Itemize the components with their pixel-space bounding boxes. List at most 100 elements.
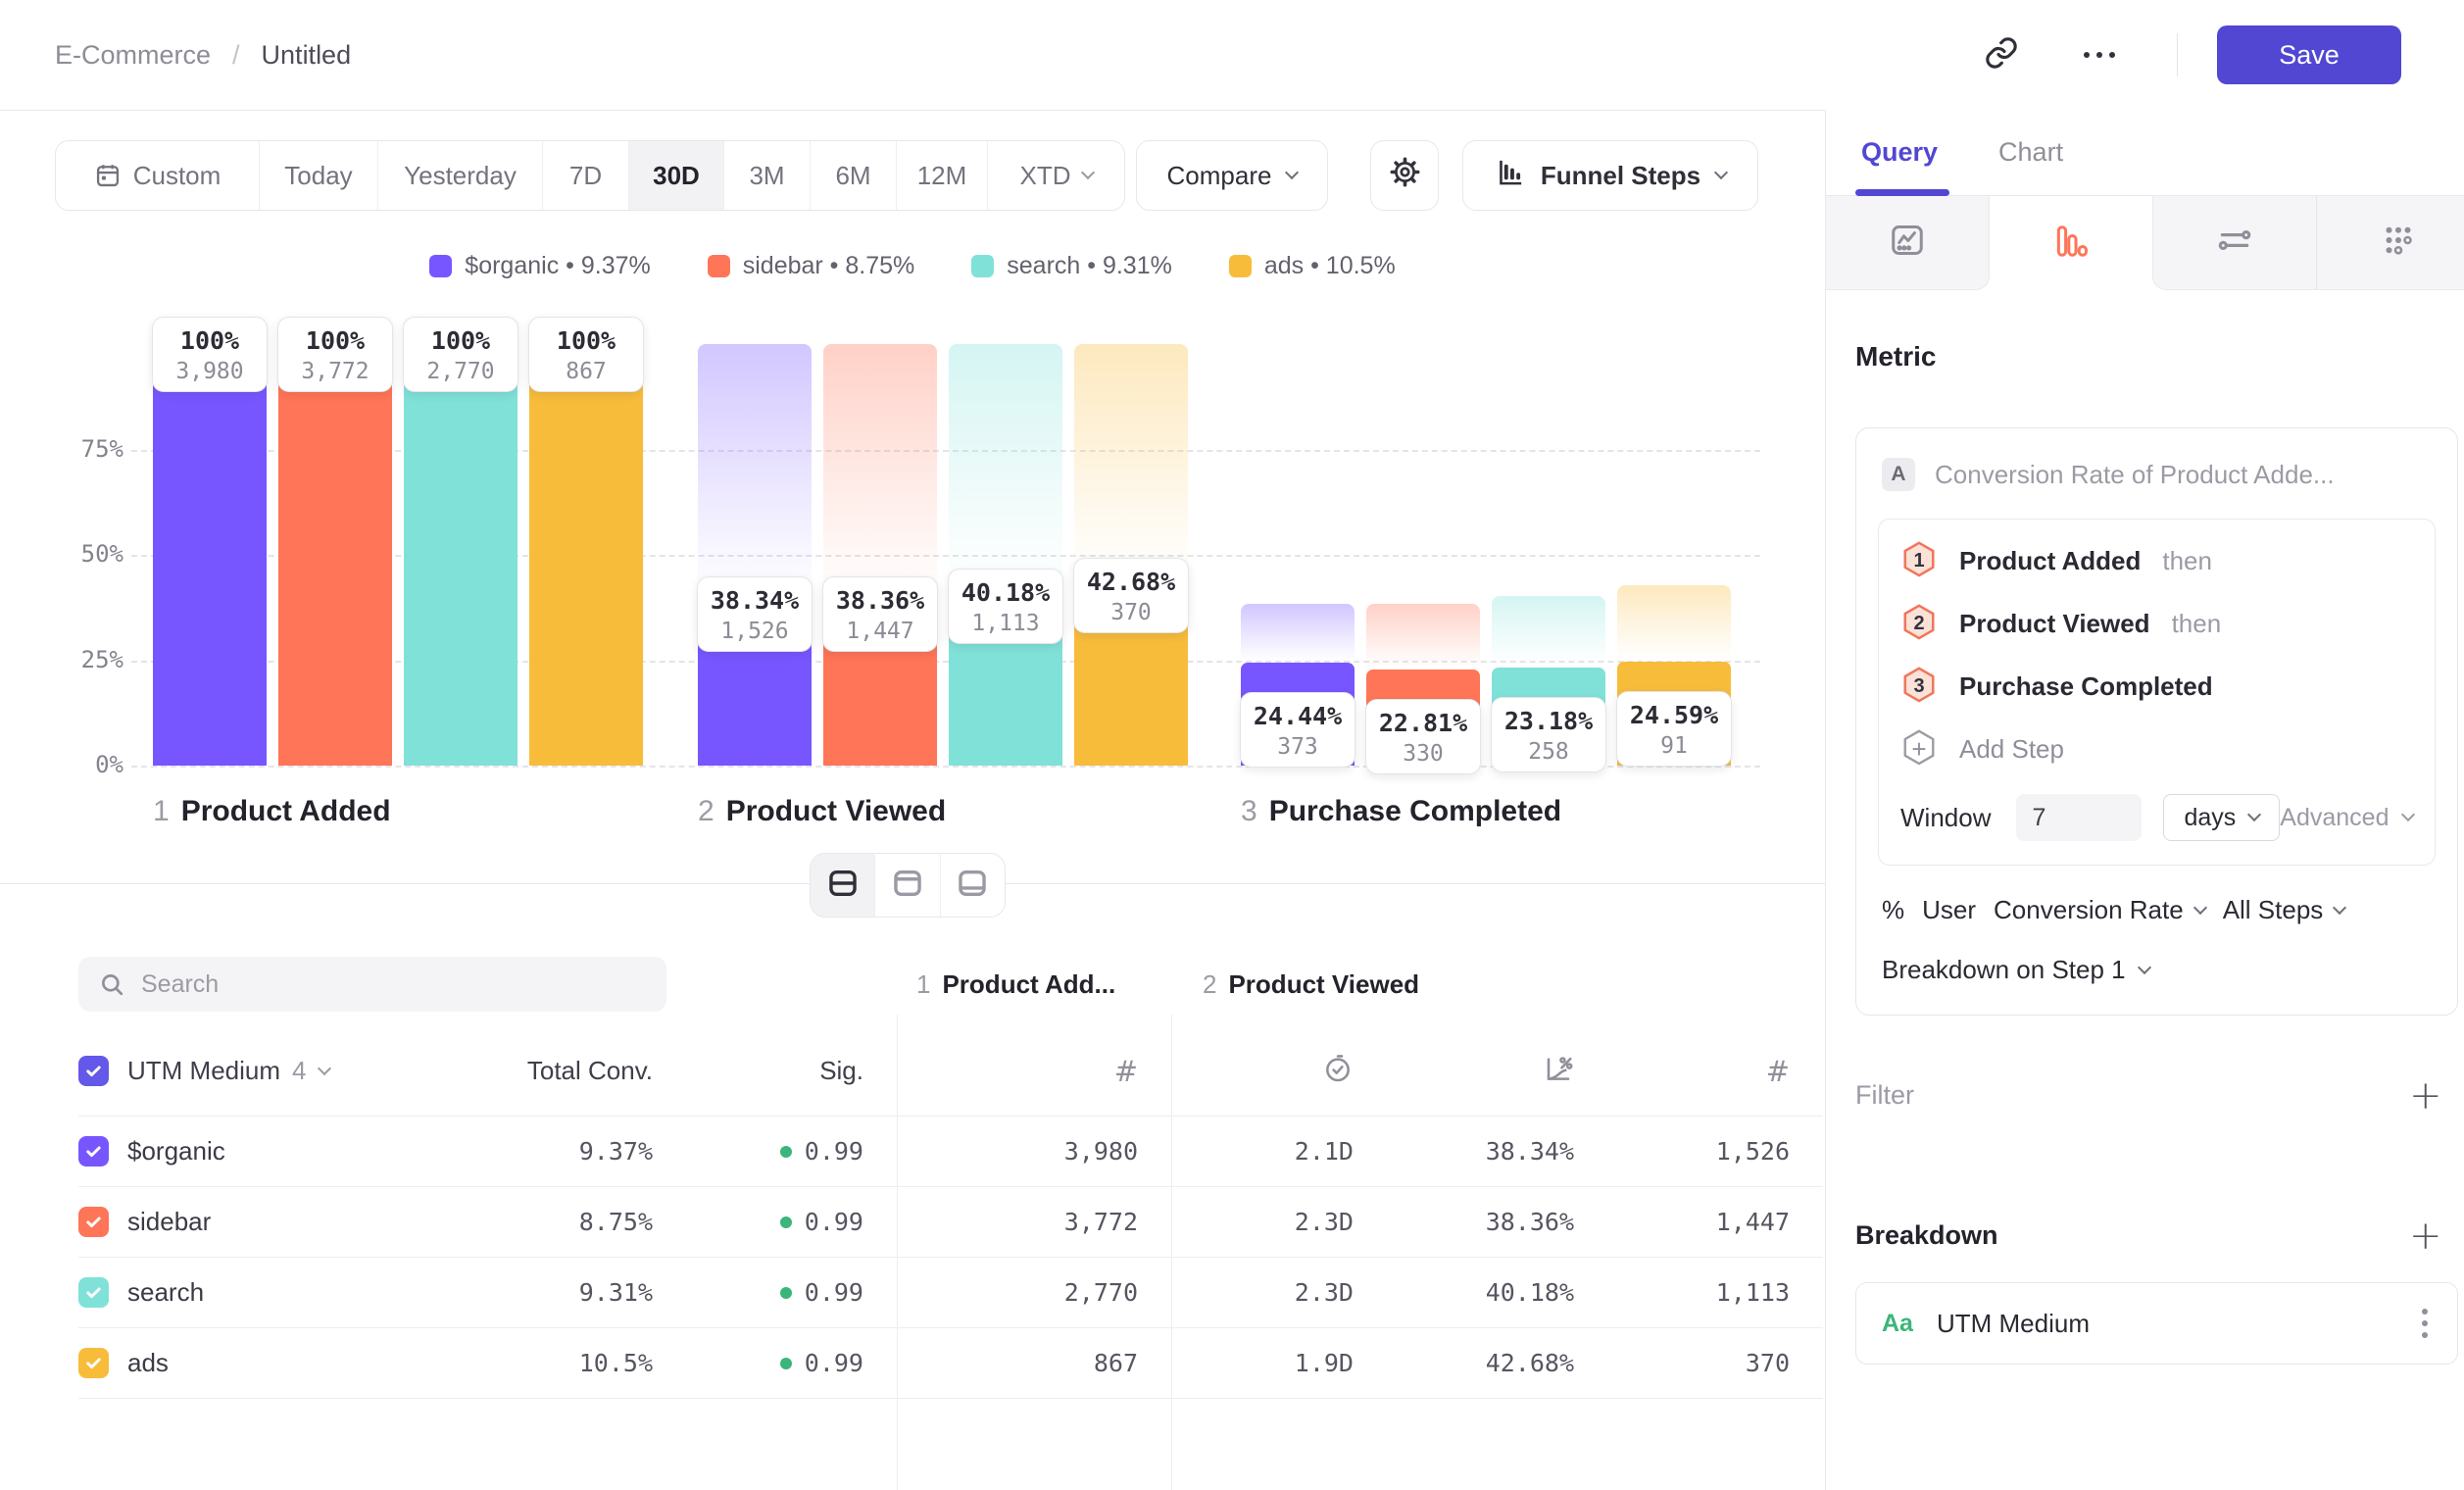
- layout-table-only-button[interactable]: [941, 854, 1005, 917]
- chart-type-retention-tab[interactable]: [2316, 196, 2464, 290]
- select-all-checkbox[interactable]: [78, 1056, 109, 1086]
- row-checkbox-search[interactable]: [78, 1277, 109, 1308]
- breadcrumb-project[interactable]: E-Commerce: [55, 40, 211, 71]
- date-range-custom[interactable]: Custom: [56, 141, 260, 210]
- bar-pct: 100%: [278, 326, 392, 355]
- chart-settings-button[interactable]: [1370, 140, 1439, 211]
- step1-count-header[interactable]: #: [897, 1026, 1171, 1117]
- measure-scope-select[interactable]: All Steps: [2223, 895, 2345, 925]
- kebab-menu-icon[interactable]: [2416, 1303, 2434, 1344]
- advanced-toggle[interactable]: Advanced: [2280, 804, 2412, 832]
- funnel-chart: 75%50%25%0%100%3,98038.34%1,52624.44%373…: [0, 281, 1825, 864]
- date-range-7d[interactable]: 7D: [543, 141, 629, 210]
- layout-chart-only-button[interactable]: [875, 854, 940, 917]
- bar-value-label: 24.59%91: [1616, 691, 1732, 767]
- measure-metric-label: Conversion Rate: [1994, 895, 2184, 925]
- window-label: Window: [1900, 803, 1991, 833]
- funnel-ghost-bar: [949, 344, 1062, 596]
- legend-item-search[interactable]: search • 9.31%: [971, 252, 1172, 280]
- date-range-today[interactable]: Today: [260, 141, 378, 210]
- chart-type-flow-tab[interactable]: [2152, 196, 2316, 290]
- group-by-header[interactable]: UTM Medium 4: [78, 1026, 461, 1117]
- breakdown-table: 1 Product Add... 2 Product Viewed: [0, 920, 1825, 1490]
- breakdown-on-select[interactable]: Breakdown on Step 1: [1878, 955, 2436, 985]
- step2-count-header[interactable]: #: [1607, 1026, 1823, 1117]
- legend-item-organic[interactable]: $organic • 9.37%: [429, 252, 650, 280]
- measure-metric-select[interactable]: Conversion Rate: [1994, 895, 2205, 925]
- step-name: Purchase Completed: [1269, 795, 1561, 828]
- step1-column-header[interactable]: 1 Product Add...: [897, 942, 1171, 1026]
- chart-view-selector[interactable]: Funnel Steps: [1462, 140, 1758, 211]
- range-label: 7D: [569, 161, 602, 191]
- window-unit-select[interactable]: days: [2163, 794, 2280, 841]
- sig-dot: [780, 1358, 792, 1369]
- bottom-pane-icon: [956, 867, 989, 905]
- add-filter-button[interactable]: +: [2409, 1081, 2442, 1111]
- step-name: Product Added: [181, 795, 391, 828]
- total-conv-label: Total Conv.: [527, 1056, 653, 1086]
- breadcrumb-title[interactable]: Untitled: [262, 40, 352, 71]
- row-step2-time-organic: 2.1D: [1171, 1117, 1387, 1187]
- top-bar: E-Commerce / Untitled Save: [0, 0, 2464, 110]
- add-step-button[interactable]: + Add Step: [1900, 718, 2413, 780]
- query-step-1[interactable]: 1Product Addedthen: [1900, 529, 2413, 592]
- step2-time-header[interactable]: [1171, 1026, 1387, 1117]
- date-range-3m[interactable]: 3M: [724, 141, 811, 210]
- calendar-icon: [94, 162, 122, 189]
- bar-value-label: 100%3,980: [152, 317, 268, 392]
- window-value-input[interactable]: [2016, 794, 2142, 841]
- chevron-down-icon: [1080, 166, 1094, 179]
- funnel-bar-organic-step1[interactable]: [153, 344, 267, 766]
- legend-swatch: [429, 255, 452, 277]
- chart-type-funnel-tab[interactable]: [1990, 196, 2152, 290]
- chevron-down-icon: [1285, 166, 1299, 179]
- bar-pct: 24.59%: [1617, 701, 1731, 729]
- tab-chart[interactable]: Chart: [1998, 137, 2063, 168]
- tab-query[interactable]: Query: [1861, 137, 1938, 168]
- sig-value: 0.99: [805, 1278, 863, 1307]
- total-conv-header[interactable]: Total Conv.: [461, 1026, 686, 1117]
- row-step1-count-sidebar: 3,772: [897, 1187, 1171, 1258]
- layout-split-button[interactable]: [811, 854, 875, 917]
- chart-type-tabs: [1826, 196, 2464, 290]
- funnel-ghost-bar: [1492, 596, 1605, 668]
- query-step-3[interactable]: 3Purchase Completed: [1900, 655, 2413, 718]
- date-range-30d[interactable]: 30D: [629, 141, 724, 210]
- save-button[interactable]: Save: [2217, 25, 2401, 84]
- chart-type-insights-tab[interactable]: [1826, 196, 1990, 290]
- query-step-2[interactable]: 2Product Viewedthen: [1900, 592, 2413, 655]
- compare-button[interactable]: Compare: [1136, 140, 1328, 211]
- row-checkbox-ads[interactable]: [78, 1348, 109, 1378]
- row-name-sidebar: sidebar: [78, 1187, 461, 1258]
- date-range-xtd[interactable]: XTD: [988, 141, 1124, 210]
- sig-header[interactable]: Sig.: [686, 1026, 897, 1117]
- add-breakdown-button[interactable]: +: [2409, 1221, 2442, 1251]
- funnel-bar-search-step1[interactable]: [404, 344, 517, 766]
- row-checkbox-organic[interactable]: [78, 1136, 109, 1167]
- measure-symbol[interactable]: %: [1882, 895, 1904, 925]
- compare-label: Compare: [1167, 161, 1272, 191]
- step2-rate-header[interactable]: [1387, 1026, 1607, 1117]
- step-name: Product Viewed: [726, 795, 947, 828]
- date-range-yesterday[interactable]: Yesterday: [378, 141, 543, 210]
- advanced-label: Advanced: [2280, 804, 2389, 832]
- more-options-button[interactable]: [2073, 28, 2126, 81]
- breakdown-property-card[interactable]: Aa UTM Medium: [1855, 1282, 2458, 1365]
- funnel-bar-ads-step1[interactable]: [529, 344, 643, 766]
- y-axis-label: 50%: [39, 540, 123, 568]
- measure-entity[interactable]: User: [1922, 895, 1976, 925]
- search-input[interactable]: [78, 957, 666, 1012]
- row-checkbox-sidebar[interactable]: [78, 1207, 109, 1237]
- breakdown-section: Breakdown +: [1855, 1220, 2458, 1251]
- step2-column-header[interactable]: 2 Product Viewed: [1171, 942, 1823, 1026]
- funnel-bar-sidebar-step1[interactable]: [278, 344, 392, 766]
- metric-formula[interactable]: A Conversion Rate of Product Adde...: [1878, 452, 2436, 497]
- add-step-hexagon-icon: +: [1900, 728, 1938, 770]
- legend-item-sidebar[interactable]: sidebar • 8.75%: [708, 252, 915, 280]
- date-range-6m[interactable]: 6M: [811, 141, 897, 210]
- date-range-12m[interactable]: 12M: [897, 141, 988, 210]
- bar-value-label: 38.36%1,447: [822, 576, 938, 652]
- copy-link-button[interactable]: [1975, 28, 2028, 81]
- sig-dot: [780, 1146, 792, 1158]
- legend-item-ads[interactable]: ads • 10.5%: [1229, 252, 1396, 280]
